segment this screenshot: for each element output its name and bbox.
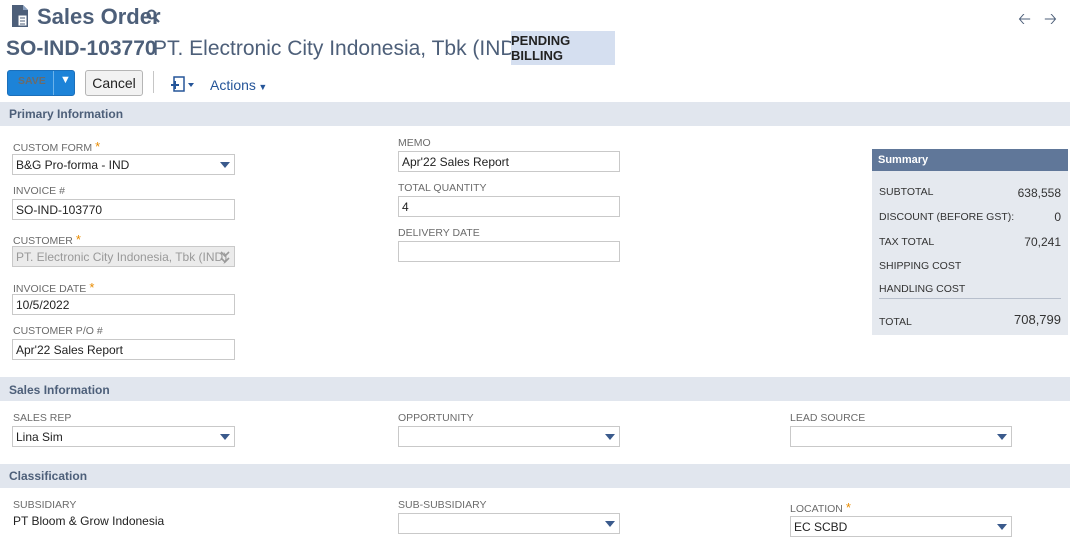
sub-subsidiary-select[interactable] bbox=[398, 513, 620, 534]
section-title-sales: Sales Information bbox=[9, 383, 110, 397]
opportunity-select[interactable] bbox=[398, 426, 620, 447]
save-split-divider bbox=[53, 71, 54, 95]
subtotal-label: SUBTOTAL bbox=[879, 186, 934, 198]
sub-subsidiary-label: SUB-SUBSIDIARY bbox=[398, 499, 487, 511]
discount-value: 0 bbox=[1054, 210, 1061, 224]
actions-caret-icon: ▼ bbox=[255, 82, 268, 92]
actions-label: Actions bbox=[210, 77, 256, 93]
tax-total-label: TAX TOTAL bbox=[879, 236, 935, 248]
print-icon[interactable] bbox=[171, 76, 195, 94]
dropdown-caret-icon bbox=[220, 162, 230, 168]
subtotal-value: 638,558 bbox=[1017, 186, 1061, 200]
back-arrow-icon[interactable]: 🡠 bbox=[1018, 8, 1031, 35]
sales-rep-label: SALES REP bbox=[13, 412, 72, 424]
handling-cost-label: HANDLING COST bbox=[879, 283, 966, 295]
save-button[interactable]: Save ▼ bbox=[7, 70, 75, 96]
summary-divider bbox=[879, 298, 1061, 299]
sales-section-bar[interactable] bbox=[0, 377, 1070, 401]
cancel-button[interactable]: Cancel bbox=[85, 70, 143, 96]
invoice-number-label: INVOICE # bbox=[13, 185, 65, 197]
invoice-date-label: INVOICE DATE * bbox=[13, 280, 95, 295]
classification-section-bar[interactable] bbox=[0, 464, 1070, 488]
delivery-date-field[interactable] bbox=[398, 241, 620, 262]
delivery-date-label: DELIVERY DATE bbox=[398, 227, 480, 239]
dropdown-caret-icon bbox=[605, 521, 615, 527]
status-badge: PENDING BILLING bbox=[511, 31, 615, 65]
custom-form-select[interactable]: B&G Pro-forma - IND bbox=[12, 154, 235, 175]
summary-panel: Summary SUBTOTAL 638,558 DISCOUNT (BEFOR… bbox=[872, 149, 1068, 335]
dropdown-caret-icon bbox=[605, 434, 615, 440]
location-select[interactable]: EC SCBD bbox=[790, 516, 1012, 537]
sales-rep-select[interactable]: Lina Sim bbox=[12, 426, 235, 447]
customer-po-label: CUSTOMER P/O # bbox=[13, 325, 103, 337]
document-icon bbox=[12, 5, 28, 27]
discount-label: DISCOUNT (BEFORE GST): bbox=[879, 211, 1015, 223]
invoice-number-field[interactable]: SO-IND-103770 bbox=[12, 199, 235, 220]
dropdown-caret-icon bbox=[220, 434, 230, 440]
total-quantity-label: TOTAL QUANTITY bbox=[398, 182, 487, 194]
primary-section-bar[interactable] bbox=[0, 102, 1070, 126]
total-value: 708,799 bbox=[1014, 312, 1061, 327]
save-dropdown-icon[interactable]: ▼ bbox=[60, 74, 71, 86]
record-customer-name: PT. Electronic City Indonesia, Tbk (IND) bbox=[153, 37, 523, 60]
toolbar-divider bbox=[153, 71, 154, 93]
customer-label: CUSTOMER * bbox=[13, 232, 81, 247]
opportunity-label: OPPORTUNITY bbox=[398, 412, 474, 424]
dropdown-caret-icon bbox=[997, 524, 1007, 530]
location-label: LOCATION * bbox=[790, 500, 851, 515]
save-button-label: Save bbox=[18, 75, 46, 87]
invoice-date-field[interactable]: 10/5/2022 bbox=[12, 294, 235, 315]
record-id: SO-IND-103770 bbox=[6, 37, 157, 60]
memo-field[interactable]: Apr'22 Sales Report bbox=[398, 151, 620, 172]
memo-label: MEMO bbox=[398, 137, 431, 149]
lead-source-label: LEAD SOURCE bbox=[790, 412, 866, 424]
summary-header: Summary bbox=[872, 149, 1068, 171]
double-chevron-icon bbox=[220, 251, 230, 264]
page-title: Sales Order bbox=[37, 4, 161, 29]
forward-arrow-icon[interactable]: 🡢 bbox=[1044, 8, 1057, 35]
section-title-primary: Primary Information bbox=[9, 107, 124, 121]
total-label: TOTAL bbox=[879, 316, 912, 328]
subsidiary-value: PT Bloom & Grow Indonesia bbox=[13, 514, 165, 528]
dropdown-caret-icon bbox=[997, 434, 1007, 440]
actions-menu[interactable]: Actions ▼ bbox=[210, 77, 267, 93]
customer-po-field[interactable]: Apr'22 Sales Report bbox=[12, 339, 235, 360]
shipping-cost-label: SHIPPING COST bbox=[879, 260, 962, 272]
subsidiary-label: SUBSIDIARY bbox=[13, 499, 77, 511]
customer-select: PT. Electronic City Indonesia, Tbk (IND) bbox=[12, 246, 235, 267]
custom-form-label: CUSTOM FORM * bbox=[13, 139, 101, 154]
tax-total-value: 70,241 bbox=[1024, 235, 1061, 249]
lead-source-select[interactable] bbox=[790, 426, 1012, 447]
section-title-classification: Classification bbox=[9, 469, 88, 483]
search-icon[interactable] bbox=[146, 9, 160, 23]
total-quantity-field[interactable]: 4 bbox=[398, 196, 620, 217]
